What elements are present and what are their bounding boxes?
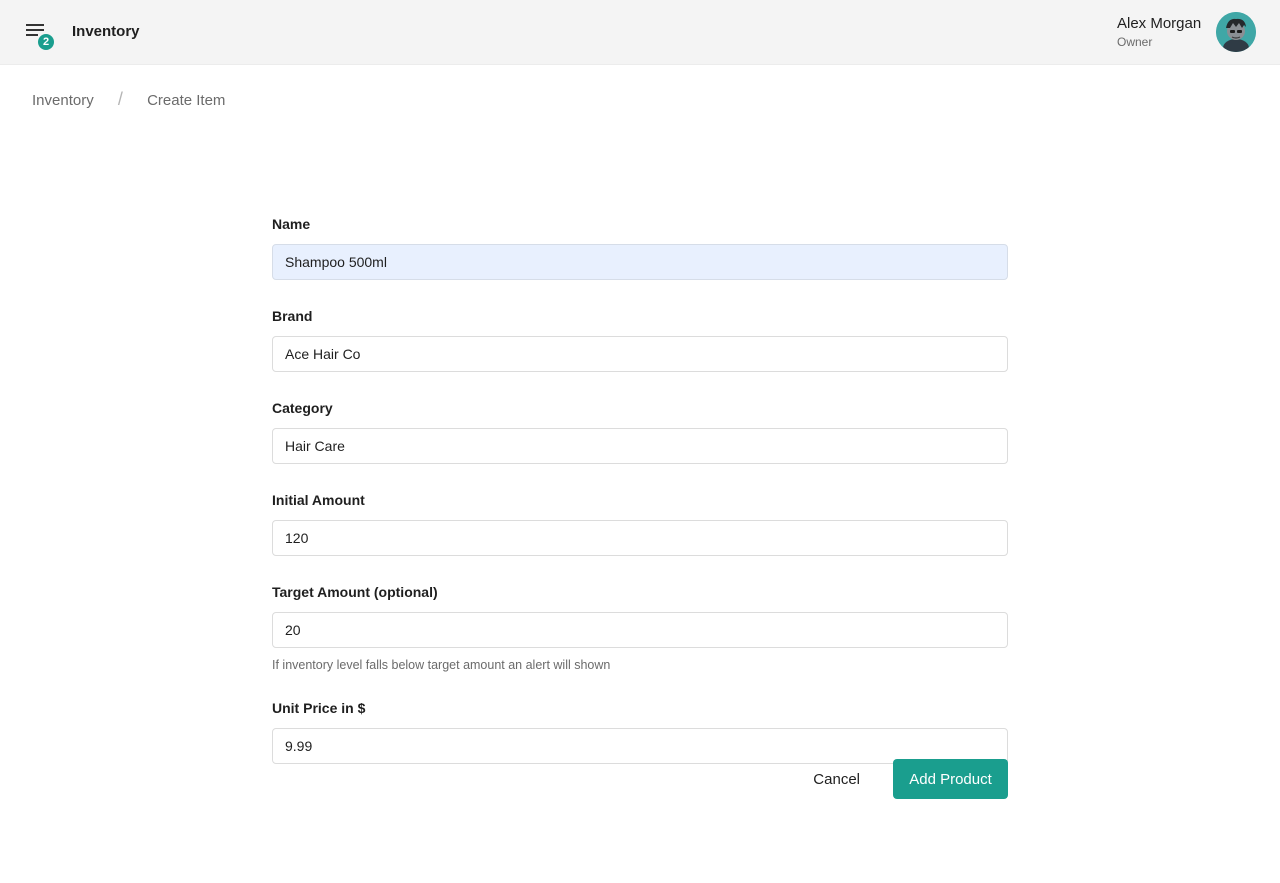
top-bar: 2 Inventory Alex Morgan Owner [0,0,1280,65]
menu-button[interactable]: 2 [24,20,54,50]
user-info[interactable]: Alex Morgan Owner [1117,15,1201,49]
unit-price-label: Unit Price in $ [272,700,366,716]
target-amount-input[interactable] [272,612,1008,648]
breadcrumb-separator: / [117,89,123,109]
create-item-form: Name Brand Category Initial Amount Targe… [272,216,1008,792]
cancel-button[interactable]: Cancel [797,759,876,799]
form-actions: Cancel Add Product [272,759,1008,799]
category-field-group: Category [272,400,1008,464]
user-role: Owner [1117,35,1153,49]
target-amount-help-text: If inventory level falls below target am… [272,658,611,672]
target-amount-label: Target Amount (optional) [272,584,438,600]
avatar-image-icon [1216,12,1256,52]
name-label: Name [272,216,311,232]
unit-price-field-group: Unit Price in $ [272,700,1008,764]
notification-badge: 2 [38,34,54,50]
add-product-button[interactable]: Add Product [893,759,1008,799]
breadcrumb-current: Create Item [147,92,226,109]
initial-amount-field-group: Initial Amount [272,492,1008,556]
brand-input[interactable] [272,336,1008,372]
breadcrumb-inventory-link[interactable]: Inventory [32,92,94,109]
name-input[interactable] [272,244,1008,280]
initial-amount-input[interactable] [272,520,1008,556]
avatar[interactable] [1216,12,1256,52]
user-name: Alex Morgan [1117,15,1202,32]
category-input[interactable] [272,428,1008,464]
breadcrumb: Inventory / Create Item [32,89,225,110]
initial-amount-label: Initial Amount [272,492,365,508]
brand-field-group: Brand [272,308,1008,372]
target-amount-field-group: Target Amount (optional) If inventory le… [272,584,1008,672]
category-label: Category [272,400,333,416]
app-title: Inventory [72,23,140,40]
name-field-group: Name [272,216,1008,280]
brand-label: Brand [272,308,313,324]
